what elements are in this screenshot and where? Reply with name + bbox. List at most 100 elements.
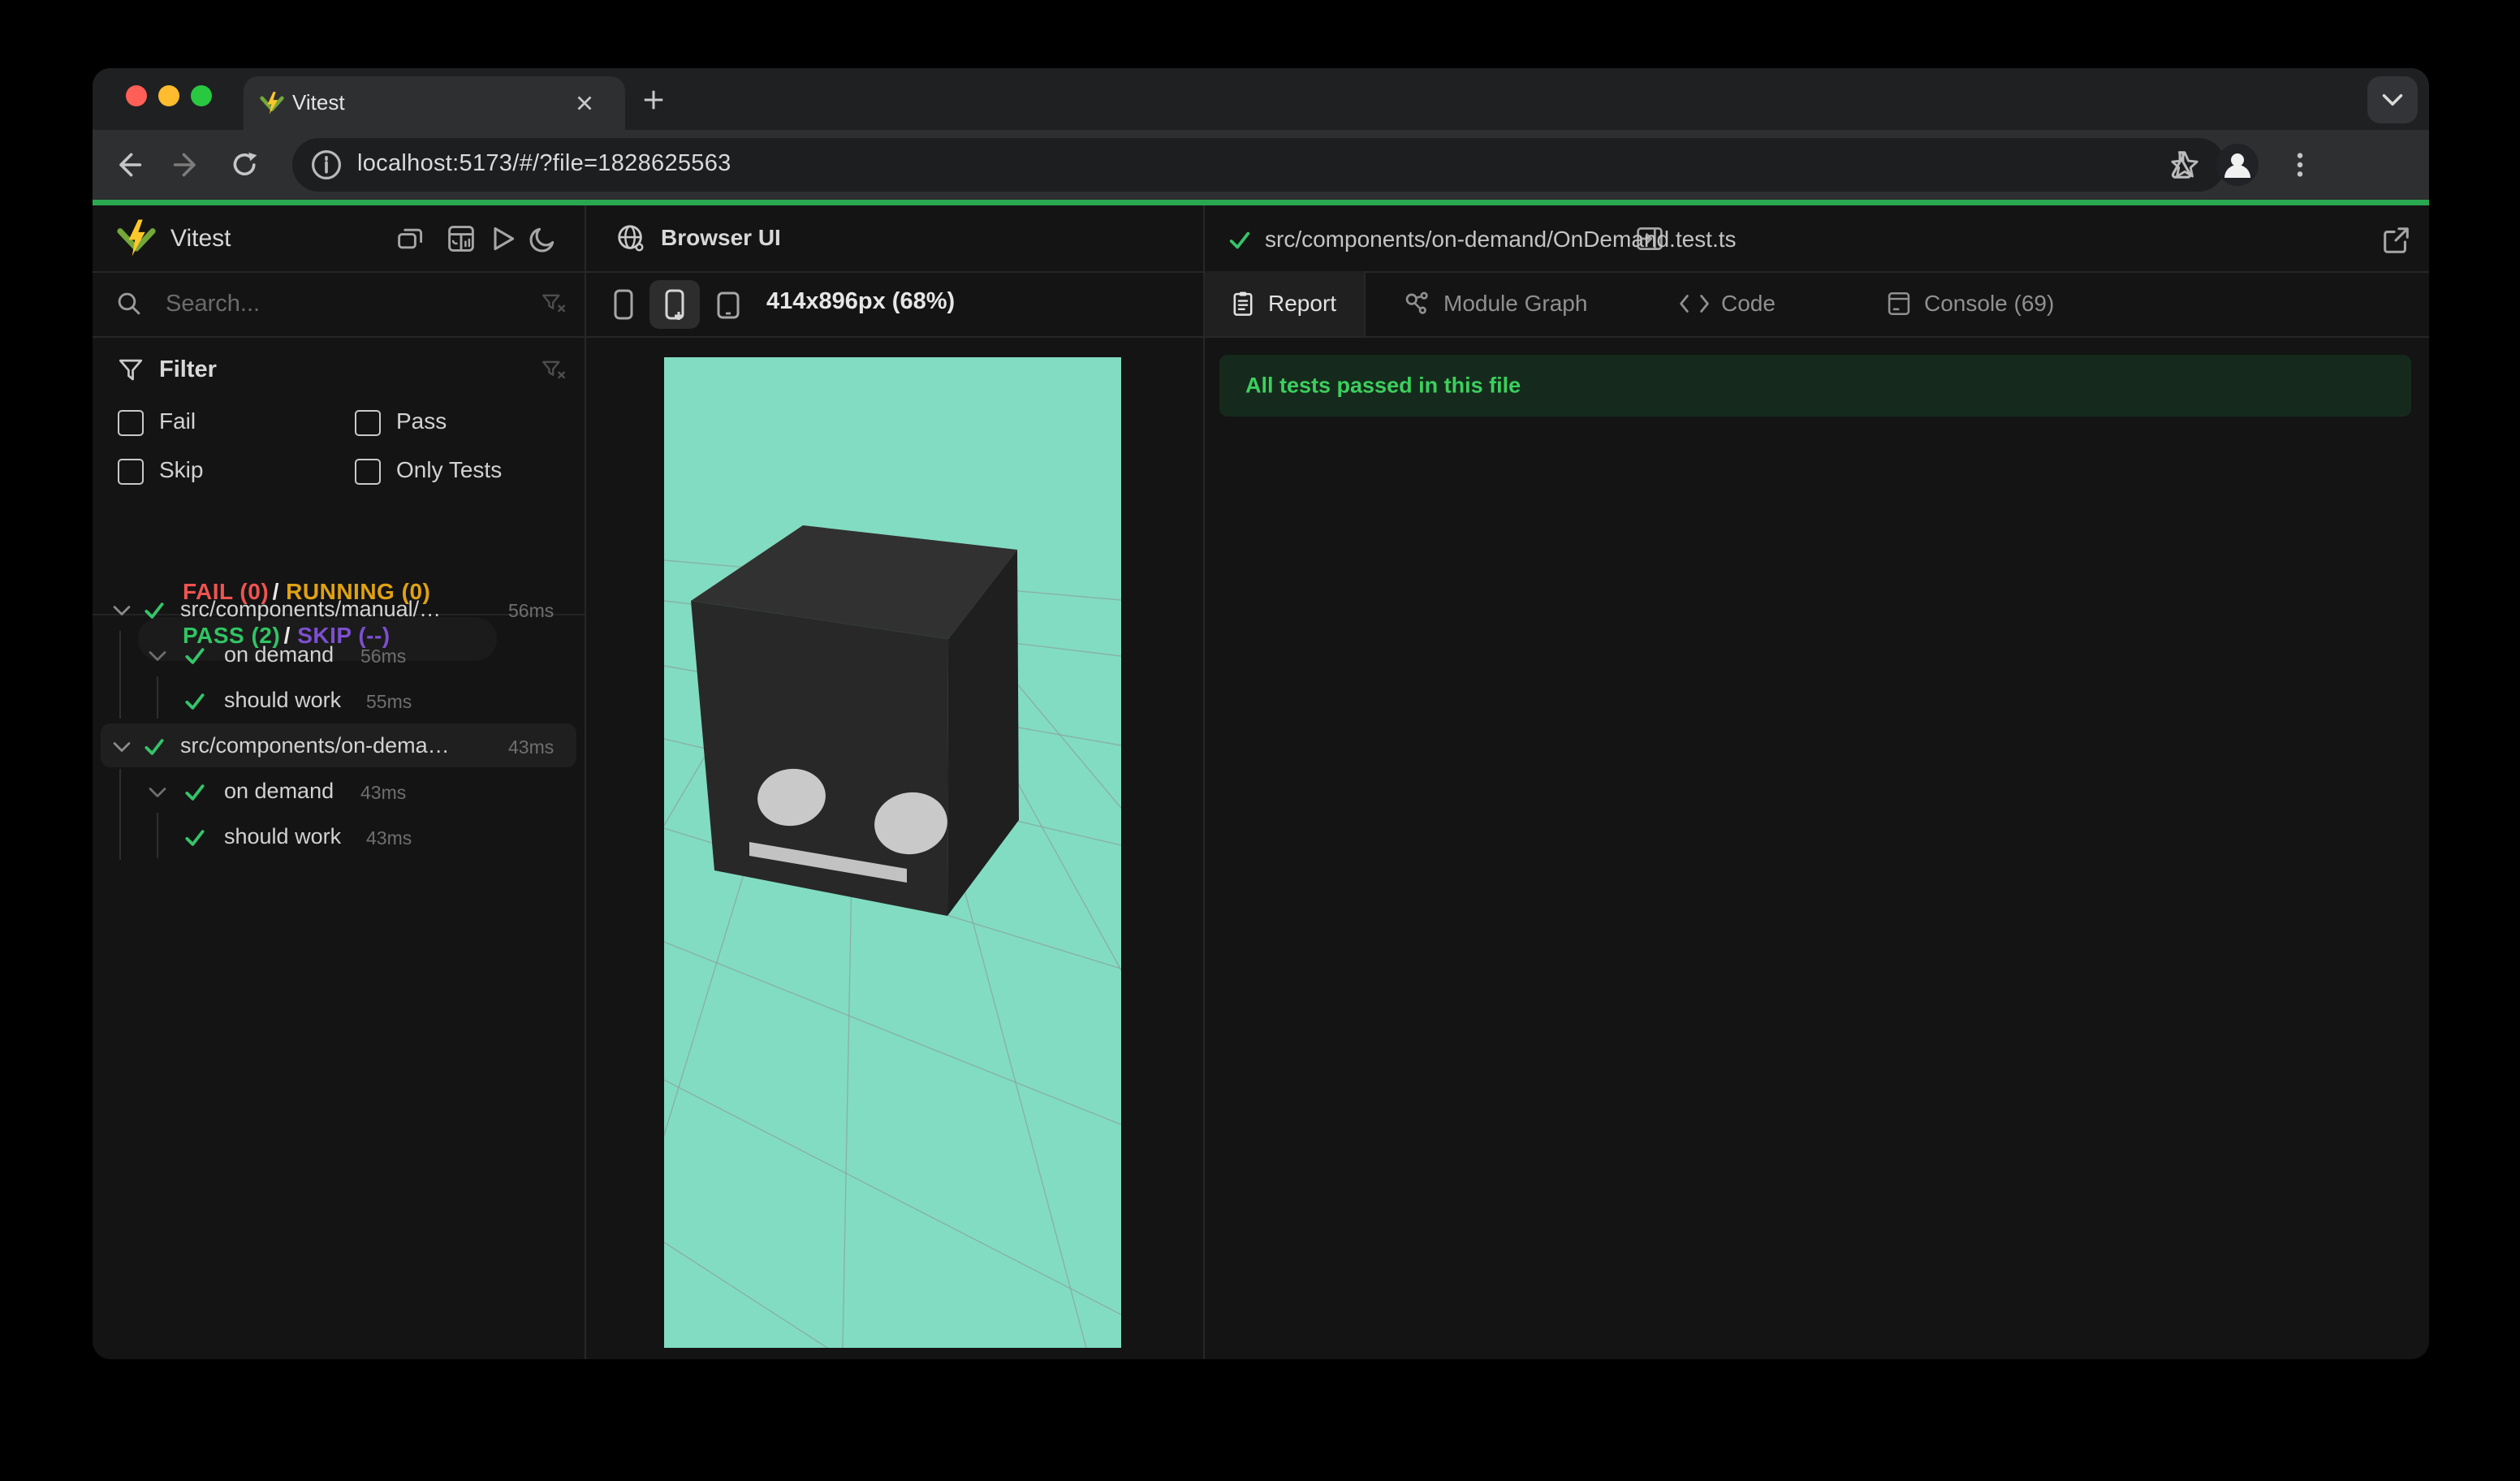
vitest-logo <box>117 219 156 257</box>
browser-tab[interactable]: Vitest <box>244 76 625 130</box>
back-icon[interactable] <box>114 150 143 179</box>
chevron-down-icon[interactable] <box>112 739 132 755</box>
test-file-path: src/components/on-demand/OnDemand.test.t… <box>1265 227 1737 252</box>
pass-check-icon <box>185 784 205 801</box>
tab-title: Vitest <box>292 90 345 114</box>
pass-check-icon <box>145 739 164 755</box>
tree-label: should work <box>224 688 342 712</box>
tab-code-label: Code <box>1721 291 1776 316</box>
forward-icon[interactable] <box>172 150 201 179</box>
url-text: localhost:5173/#/?file=1828625563 <box>357 150 731 176</box>
browser-window: Vitest localhost:5173/#/?file=1828625563… <box>93 68 2429 1359</box>
banner-text: All tests passed in this file <box>1245 373 1521 398</box>
test-progress-bar <box>93 200 2429 205</box>
tab-code[interactable]: Code <box>1679 271 1776 336</box>
device-phone-icon[interactable] <box>611 288 636 321</box>
checkbox-only-tests-label[interactable]: Only Tests <box>396 457 502 483</box>
device-tablet-icon[interactable] <box>714 290 742 321</box>
checkbox-pass[interactable] <box>355 410 381 436</box>
pass-check-icon <box>185 830 205 846</box>
address-bar[interactable]: localhost:5173/#/?file=1828625563 <box>292 138 2225 192</box>
checkbox-pass-label[interactable]: Pass <box>396 408 447 434</box>
checkbox-fail[interactable] <box>118 410 144 436</box>
browser-preview-panel: Browser UI 414x896px (68%) <box>586 205 1663 1359</box>
site-info-icon[interactable] <box>310 149 343 181</box>
close-tab-icon[interactable] <box>575 93 594 113</box>
clear-filter-icon[interactable] <box>541 358 567 384</box>
chevron-down-icon[interactable] <box>148 784 167 801</box>
tree-row-suite-on-demand-1[interactable]: on demand 56ms <box>93 633 585 679</box>
tree-label: src/components/manual/… <box>180 597 442 621</box>
menu-kebab-icon[interactable] <box>2285 149 2315 180</box>
tree-row-test-should-work-2[interactable]: should work 43ms <box>93 815 585 861</box>
report-clipboard-icon <box>1233 291 1253 316</box>
pass-check-icon <box>185 693 205 710</box>
globe-icon <box>618 225 644 252</box>
tree-label: should work <box>224 824 342 848</box>
tree-row-file-manual[interactable]: src/components/manual/… 56ms <box>93 588 585 633</box>
tree-row-file-on-demand[interactable]: src/components/on-dema… 43ms <box>93 724 585 770</box>
device-phone-plus-selected[interactable] <box>649 280 700 329</box>
tree-label: src/components/on-dema… <box>180 733 450 758</box>
tree-time: 56ms <box>360 646 407 667</box>
tree-label: on demand <box>224 779 334 803</box>
chevron-down-icon <box>2382 94 2403 106</box>
experiments-flask-icon[interactable] <box>2166 149 2197 180</box>
app-title: Vitest <box>170 225 231 252</box>
open-external-icon[interactable] <box>2380 225 2411 256</box>
code-icon <box>1680 295 1709 313</box>
run-all-icon[interactable] <box>488 224 517 253</box>
tree-time: 43ms <box>360 782 407 803</box>
viewport-dimensions: 414x896px (68%) <box>766 288 956 314</box>
tab-report[interactable]: Report <box>1229 271 1336 336</box>
tree-label: on demand <box>224 642 334 667</box>
reload-icon[interactable] <box>231 150 260 179</box>
device-phone-plus-icon <box>665 289 684 320</box>
filter-funnel-icon <box>119 359 143 381</box>
file-pass-check-icon <box>1229 231 1250 249</box>
checkbox-fail-label[interactable]: Fail <box>159 408 196 434</box>
tab-console[interactable]: Console (69) <box>1885 271 2054 336</box>
browser-toolbar: localhost:5173/#/?file=1828625563 <box>93 130 2429 200</box>
tab-strip: Vitest <box>93 68 2429 130</box>
close-window-button[interactable] <box>126 85 147 106</box>
tab-module-graph[interactable]: Module Graph <box>1403 271 1587 336</box>
vitest-favicon <box>260 92 284 114</box>
preview-panel-title: Browser UI <box>661 225 781 250</box>
tab-module-graph-label: Module Graph <box>1443 291 1588 316</box>
minimize-window-button[interactable] <box>158 85 179 106</box>
search-input[interactable]: Search... <box>166 291 260 317</box>
checkbox-only-tests[interactable] <box>355 459 381 485</box>
results-panel: src/components/on-demand/OnDemand.test.t… <box>1205 205 2429 1359</box>
tree-time: 55ms <box>366 691 412 712</box>
cube-front-face <box>691 601 948 916</box>
checkbox-skip[interactable] <box>118 459 144 485</box>
pass-check-icon <box>185 648 205 664</box>
chevron-down-icon[interactable] <box>148 648 167 664</box>
tree-row-suite-on-demand-2[interactable]: on demand 43ms <box>93 770 585 815</box>
filter-title: Filter <box>159 356 217 382</box>
tab-search-button[interactable] <box>2367 76 2418 123</box>
tab-report-label: Report <box>1268 291 1337 316</box>
maximize-window-button[interactable] <box>191 85 212 106</box>
dock-windows-icon[interactable] <box>396 224 425 253</box>
sidebar: Vitest Search... Filter Fail Pass Skip O… <box>93 205 585 1359</box>
dashboard-icon[interactable] <box>447 224 476 253</box>
all-tests-passed-banner: All tests passed in this file <box>1219 355 2411 417</box>
vitest-app: Vitest Search... Filter Fail Pass Skip O… <box>93 205 2429 1359</box>
dark-mode-moon-icon[interactable] <box>529 224 558 253</box>
tab-divider <box>1364 271 1366 336</box>
tree-time: 56ms <box>508 600 554 621</box>
new-tab-button[interactable] <box>641 88 666 112</box>
tab-console-label: Console (69) <box>1924 291 2055 316</box>
console-icon <box>1888 291 1910 316</box>
module-graph-icon <box>1405 291 1428 314</box>
tested-app-viewport[interactable] <box>664 357 1121 1348</box>
tree-time: 43ms <box>508 736 554 758</box>
search-icon <box>118 292 140 315</box>
clear-search-filter-icon[interactable] <box>541 291 567 317</box>
checkbox-skip-label[interactable]: Skip <box>159 457 203 483</box>
profile-avatar[interactable] <box>2216 144 2259 186</box>
chevron-down-icon[interactable] <box>112 602 132 619</box>
tree-row-test-should-work-1[interactable]: should work 55ms <box>93 679 585 724</box>
